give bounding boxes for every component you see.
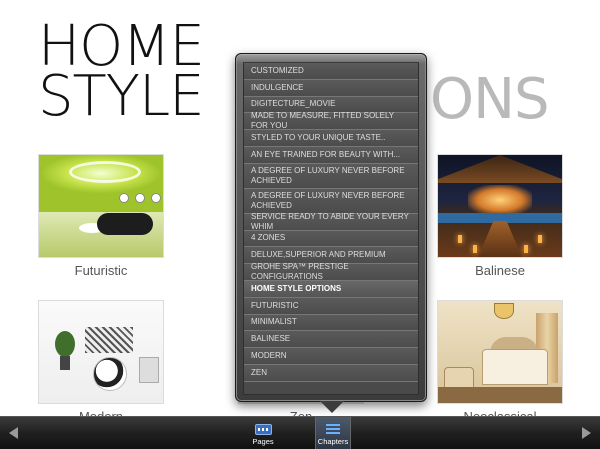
chevron-right-icon[interactable]	[582, 427, 591, 439]
page-headline: HOME STYLE	[38, 19, 205, 129]
menu-item-minimalist[interactable]: MINIMALIST	[244, 314, 418, 332]
headline-tail: ONS	[430, 67, 550, 132]
menu-item-zen[interactable]: ZEN	[244, 364, 418, 382]
headline-line-2: STYLE	[38, 64, 205, 129]
tile-caption: Balinese	[475, 263, 525, 278]
menu-item-indulgence[interactable]: INDULGENCE	[244, 79, 418, 97]
menu-item-balinese[interactable]: BALINESE	[244, 331, 418, 349]
menu-item-modern[interactable]: MODERN	[244, 348, 418, 365]
menu-item-made-to-measure[interactable]: MADE TO MEASURE, FITTED SOLELY FOR YOU	[244, 111, 418, 130]
popover-pointer	[320, 401, 344, 413]
pages-label: Pages	[252, 437, 274, 446]
neoclassical-photo	[437, 300, 563, 404]
menu-item-eye-for-beauty[interactable]: AN EYE TRAINED FOR BEAUTY WITH...	[244, 146, 418, 164]
menu-item-4-zones[interactable]: 4 ZONES	[244, 230, 418, 248]
style-tile-futuristic[interactable]: Futuristic	[38, 154, 164, 278]
style-tile-modern[interactable]: Modern	[38, 300, 164, 424]
menu-item-degree-of-luxury-2[interactable]: A DEGREE OF LUXURY NEVER BEFORE ACHIEVED	[244, 188, 418, 214]
pages-button[interactable]: Pages	[246, 417, 280, 449]
menu-item-futuristic[interactable]: FUTURISTIC	[244, 297, 418, 315]
modern-photo	[38, 300, 164, 404]
menu-item-degree-of-luxury-1[interactable]: A DEGREE OF LUXURY NEVER BEFORE ACHIEVED	[244, 163, 418, 189]
chapters-button[interactable]: Chapters	[315, 417, 351, 449]
bottom-toolbar: Pages Chapters	[0, 416, 600, 449]
tile-caption: Futuristic	[74, 263, 128, 278]
chevron-left-icon[interactable]	[9, 427, 18, 439]
style-tile-neoclassical[interactable]: Neoclassical	[437, 300, 563, 424]
balinese-photo	[437, 154, 563, 258]
futuristic-photo	[38, 154, 164, 258]
chapters-label: Chapters	[317, 437, 349, 446]
chapters-popover: CUSTOMIZED INDULGENCE DIGITECTURE_MOVIE …	[235, 53, 427, 413]
menu-item-service-ready[interactable]: SERVICE READY TO ABIDE YOUR EVERY WHIM	[244, 212, 418, 231]
menu-item-grohe-spa[interactable]: GROHE SPA™ PRESTIGE CONFIGURATIONS	[244, 262, 418, 281]
menu-item-customized[interactable]: CUSTOMIZED	[244, 63, 418, 80]
style-tile-balinese[interactable]: Balinese	[437, 154, 563, 278]
pages-grid-icon	[254, 424, 272, 435]
chapters-menu: CUSTOMIZED INDULGENCE DIGITECTURE_MOVIE …	[243, 62, 419, 395]
chapters-list-icon	[326, 424, 340, 435]
menu-item-home-style-options[interactable]: HOME STYLE OPTIONS	[244, 280, 418, 298]
menu-item-styled-to-your-taste[interactable]: STYLED TO YOUR UNIQUE TASTE..	[244, 130, 418, 147]
